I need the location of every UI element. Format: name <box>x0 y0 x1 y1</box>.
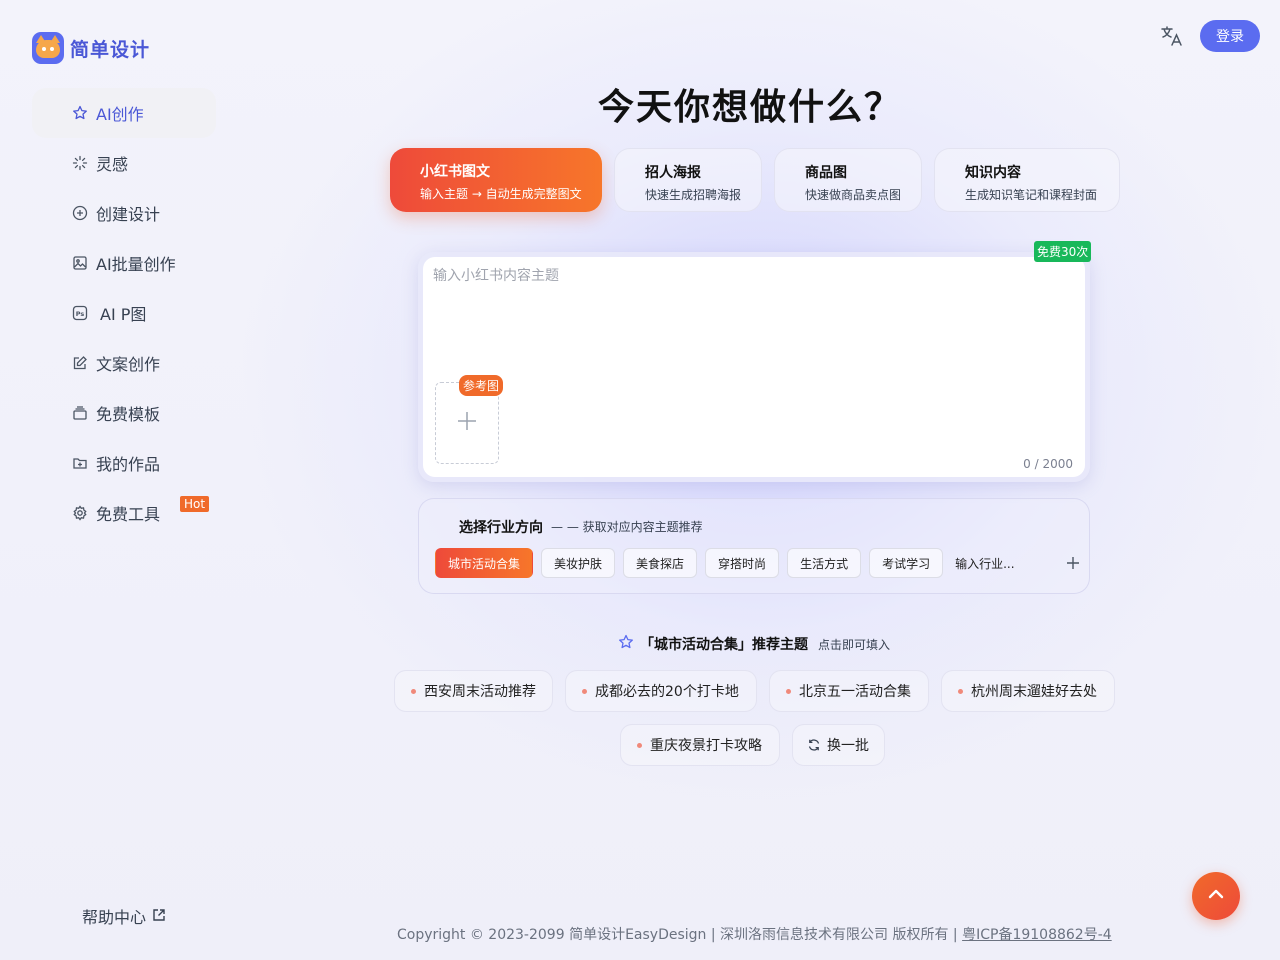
hot-badge: Hot <box>180 496 210 512</box>
char-counter: 0 / 2000 <box>1023 457 1073 471</box>
content-type-tabs: 小红书图文 输入主题 → 自动生成完整图文 招人海报 快速生成招聘海报 商品图 … <box>390 148 1120 212</box>
industry-chip[interactable]: 生活方式 <box>787 548 862 578</box>
sidebar-item-label: 免费工具 <box>96 505 161 524</box>
add-industry-icon[interactable] <box>1063 553 1083 573</box>
tab-xiaohongshu[interactable]: 小红书图文 输入主题 → 自动生成完整图文 <box>390 148 602 212</box>
topic-chip[interactable]: 西安周末活动推荐 <box>394 670 553 712</box>
bullet-dot <box>637 742 642 748</box>
login-button[interactable]: 登录 <box>1200 20 1260 52</box>
edit-icon <box>72 355 88 371</box>
star-icon <box>72 105 88 121</box>
topic-placeholder: 输入小红书内容主题 <box>433 268 559 284</box>
topic-label: 北京五一活动合集 <box>799 684 911 700</box>
translate-icon[interactable] <box>1160 24 1184 48</box>
free-uses-badge: 免费30次 <box>1034 241 1092 262</box>
industry-chip[interactable]: 城市活动合集 <box>435 548 534 578</box>
industry-custom-input[interactable]: 输入行业... <box>951 555 1039 572</box>
template-icon <box>72 405 88 421</box>
sidebar-item-label: 我的作品 <box>96 455 161 474</box>
bullet-dot <box>958 688 963 694</box>
folder-icon <box>72 455 88 471</box>
topic-editor: 输入小红书内容主题 0 / 2000 <box>418 252 1090 482</box>
tab-product-image[interactable]: 商品图 快速做商品卖点图 <box>774 148 922 212</box>
brand-logo[interactable]: 简单设计 <box>32 32 150 64</box>
topic-chip[interactable]: 北京五一活动合集 <box>769 670 929 712</box>
tab-desc: 快速做商品卖点图 <box>805 188 902 202</box>
industry-chip[interactable]: 美食探店 <box>623 548 698 578</box>
topic-input[interactable]: 输入小红书内容主题 0 / 2000 <box>423 257 1085 477</box>
gear-icon <box>72 505 88 521</box>
sidebar-item-label: AI创作 <box>96 105 144 124</box>
topic-label: 重庆夜景打卡攻略 <box>650 738 762 754</box>
industry-subtitle: — — 获取对应内容主题推荐 <box>551 520 703 534</box>
bullet-dot <box>786 688 791 694</box>
industry-title: 选择行业方向 <box>459 520 543 536</box>
reference-image-badge: 参考图 <box>459 375 504 396</box>
help-center-link[interactable]: 帮助中心 <box>82 904 166 928</box>
tab-knowledge[interactable]: 知识内容 生成知识笔记和课程封面 <box>934 148 1120 212</box>
ps-icon: Ps <box>72 305 88 321</box>
image-icon <box>72 255 88 271</box>
topic-label: 杭州周末遛娃好去处 <box>971 684 1097 700</box>
footer: Copyright © 2023-2099 简单设计EasyDesign | 深… <box>397 924 1112 944</box>
tab-title: 商品图 <box>805 165 847 181</box>
industry-chip[interactable]: 考试学习 <box>869 548 944 578</box>
tab-title: 招人海报 <box>645 165 701 181</box>
sidebar-item-label: 免费模板 <box>96 405 161 424</box>
refresh-button[interactable]: 换一批 <box>792 724 885 766</box>
tab-desc: 生成知识笔记和课程封面 <box>965 188 1098 202</box>
sidebar-item-label: 创建设计 <box>96 205 161 224</box>
recommend-title: 「城市活动合集」推荐主题 <box>640 637 808 653</box>
sidebar-item-create-design[interactable]: 创建设计 <box>32 188 216 238</box>
sidebar-item-ai-create[interactable]: AI创作 <box>32 88 216 138</box>
industry-panel: 选择行业方向 — — 获取对应内容主题推荐 城市活动合集 美妆护肤 美食探店 穿… <box>418 498 1090 594</box>
sidebar-item-copywriting[interactable]: 文案创作 <box>32 338 216 388</box>
topic-chip[interactable]: 杭州周末遛娃好去处 <box>941 670 1115 712</box>
topic-chip[interactable]: 重庆夜景打卡攻略 <box>620 724 780 766</box>
chevron-up-icon <box>1206 884 1226 908</box>
refresh-icon <box>807 738 821 752</box>
sidebar-item-free-tools[interactable]: 免费工具 Hot <box>32 488 216 538</box>
industry-chips: 城市活动合集 美妆护肤 美食探店 穿搭时尚 生活方式 考试学习 输入行业... <box>435 548 1083 578</box>
icp-link[interactable]: 粤ICP备19108862号-4 <box>962 927 1112 943</box>
page-title: 今天你想做什么？ <box>597 87 902 128</box>
bullet-dot <box>582 688 587 694</box>
topic-label: 西安周末活动推荐 <box>424 684 536 700</box>
sidebar-item-label: AI批量创作 <box>96 255 176 274</box>
tab-desc: 快速生成招聘海报 <box>645 188 742 202</box>
industry-chip[interactable]: 穿搭时尚 <box>705 548 780 578</box>
sidebar-item-inspiration[interactable]: 灵感 <box>32 138 216 188</box>
sidebar-item-label: 文案创作 <box>96 355 161 374</box>
recommend-hint: 点击即可填入 <box>818 637 891 652</box>
topic-label: 成都必去的20个打卡地 <box>595 684 739 700</box>
topic-chip[interactable]: 成都必去的20个打卡地 <box>565 670 757 712</box>
sidebar-item-ai-photo[interactable]: Ps AI P图 <box>32 288 216 338</box>
brand-name: 简单设计 <box>70 38 151 61</box>
help-center-label: 帮助中心 <box>82 908 147 927</box>
sparkle-icon <box>72 155 88 171</box>
tab-title: 小红书图文 <box>420 164 490 180</box>
recommend-header: 「城市活动合集」推荐主题 点击即可填入 <box>618 634 890 654</box>
sidebar-item-ai-batch[interactable]: AI批量创作 <box>32 238 216 288</box>
svg-text:Ps: Ps <box>76 310 85 318</box>
back-to-top-button[interactable] <box>1192 872 1240 920</box>
tab-recruit-poster[interactable]: 招人海报 快速生成招聘海报 <box>614 148 762 212</box>
industry-chip[interactable]: 美妆护肤 <box>541 548 616 578</box>
sidebar-item-label: 灵感 <box>96 155 129 174</box>
tab-desc: 输入主题 → 自动生成完整图文 <box>420 187 582 201</box>
plus-icon <box>457 411 477 435</box>
cat-logo-icon <box>32 32 64 64</box>
external-link-icon <box>152 907 166 926</box>
sidebar-item-my-works[interactable]: 我的作品 <box>32 438 216 488</box>
plus-circle-icon <box>72 205 88 221</box>
tab-title: 知识内容 <box>965 165 1021 181</box>
sidebar-item-label: AI P图 <box>100 305 147 324</box>
sidebar-item-templates[interactable]: 免费模板 <box>32 388 216 438</box>
bullet-dot <box>411 688 416 694</box>
refresh-label: 换一批 <box>827 738 869 754</box>
star-icon <box>618 634 634 654</box>
sidebar-nav: AI创作 灵感 创建设计 AI批量创作 Ps AI P图 文案创作 免费模板 我… <box>32 88 216 538</box>
copyright-text: Copyright © 2023-2099 简单设计EasyDesign | 深… <box>397 927 963 943</box>
